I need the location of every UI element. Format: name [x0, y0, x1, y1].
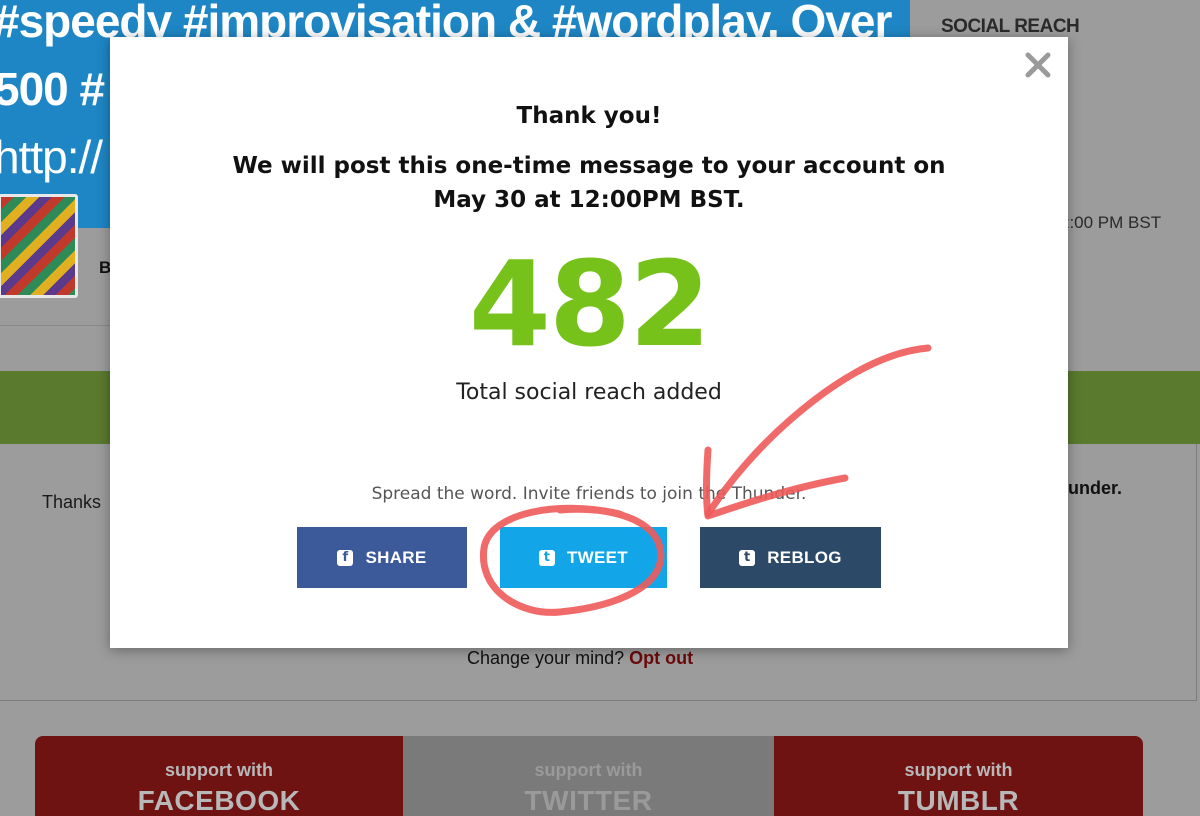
- support-button-network: FACEBOOK: [137, 785, 301, 816]
- tweet-button[interactable]: t TWEET: [500, 527, 667, 588]
- close-icon[interactable]: [1023, 50, 1053, 80]
- support-twitter-button[interactable]: support with TWITTER: [403, 736, 774, 816]
- invite-text: Spread the word. Invite friends to join …: [371, 484, 807, 504]
- social-reach-label: SOCIAL REACH: [941, 16, 1080, 37]
- modal-message-line: May 30 at 12:00PM BST.: [433, 187, 745, 213]
- avatar: [0, 194, 78, 298]
- opt-out-line: Change your mind? Opt out: [467, 648, 693, 669]
- thanks-text: Thanks: [42, 492, 102, 512]
- modal-message: We will post this one-time message to yo…: [110, 149, 1068, 217]
- support-button-caption: support with: [165, 760, 273, 780]
- social-reach-count: 482: [468, 235, 711, 373]
- tweet-button-label: TWEET: [567, 547, 628, 567]
- post-time: 2:00 PM BST: [1060, 213, 1162, 232]
- support-tumblr-button[interactable]: support with TUMBLR: [774, 736, 1143, 816]
- thank-you-modal: Thank you! We will post this one-time me…: [110, 37, 1068, 648]
- modal-message-line: We will post this one-time message to yo…: [232, 153, 946, 179]
- share-facebook-button[interactable]: f SHARE: [297, 527, 467, 588]
- social-reach-caption: Total social reach added: [456, 380, 722, 405]
- support-facebook-button[interactable]: support with FACEBOOK: [35, 736, 403, 816]
- hero-message-line: http://: [0, 131, 103, 183]
- opt-out-prompt: Change your mind?: [467, 648, 625, 668]
- thanks-text-end: under.: [1068, 478, 1123, 498]
- facebook-icon: f: [337, 549, 354, 566]
- reblog-button-label: REBLOG: [767, 547, 842, 567]
- reblog-button[interactable]: t REBLOG: [700, 527, 881, 588]
- page: #speedy #improvisation & #wordplay. Over…: [0, 0, 1200, 816]
- support-button-caption: support with: [534, 760, 643, 780]
- modal-title: Thank you!: [516, 103, 662, 129]
- opt-out-link[interactable]: Opt out: [629, 648, 693, 668]
- twitter-icon: t: [539, 549, 555, 566]
- share-button-label: SHARE: [365, 547, 427, 567]
- divider: [0, 325, 110, 326]
- support-button-network: TUMBLR: [897, 785, 1020, 816]
- support-button-network: TWITTER: [524, 785, 653, 816]
- hero-message-line: 500 #: [0, 63, 105, 115]
- support-button-caption: support with: [904, 760, 1013, 780]
- tumblr-icon: t: [739, 549, 756, 566]
